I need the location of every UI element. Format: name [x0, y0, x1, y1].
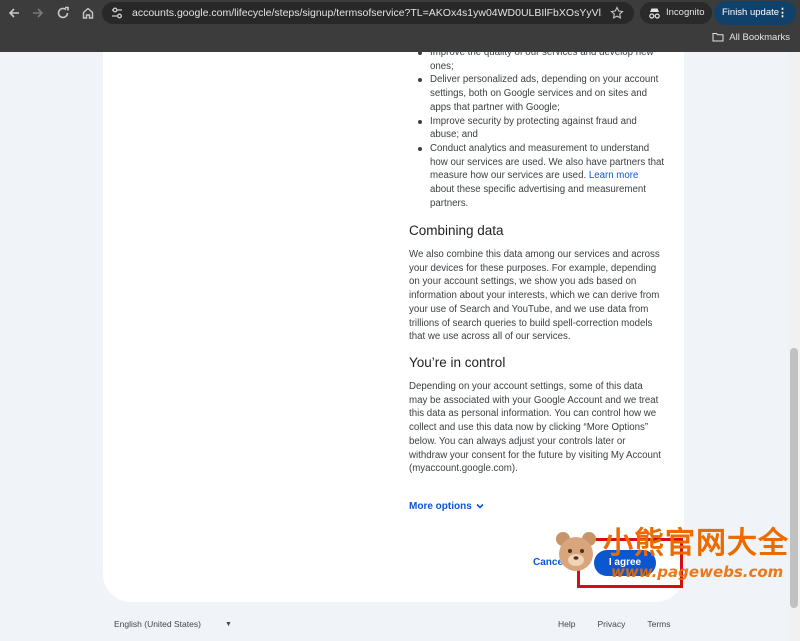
list-item: Conduct analytics and measurement to und… [409, 142, 665, 211]
language-selector[interactable]: English (United States) ▼ [114, 618, 232, 631]
finish-update-label: Finish update [722, 7, 780, 18]
terms-bullet-list: Improve the quality of our services and … [409, 46, 665, 210]
finish-update-button[interactable]: Finish update ⋮ [714, 1, 796, 25]
incognito-icon [649, 8, 660, 19]
combining-data-text: We also combine this data among our serv… [409, 249, 660, 343]
caret-down-icon: ▼ [224, 620, 232, 628]
home-icon[interactable] [78, 3, 98, 23]
site-info-icon[interactable] [110, 6, 124, 20]
watermark-cn-text: 小熊官网大全 [603, 526, 789, 561]
all-bookmarks-label: All Bookmarks [729, 32, 790, 43]
watermark-en-text: www.pagewebs.com [611, 563, 784, 581]
url-text[interactable]: accounts.google.com/lifecycle/steps/sign… [132, 2, 602, 24]
bear-logo-icon [556, 532, 596, 571]
incognito-label: Incognito [666, 7, 705, 18]
terms-bullets-block: Improve the quality of our services and … [409, 46, 665, 210]
list-item: Improve the quality of our services and … [409, 46, 665, 73]
more-options-label: More options [409, 501, 472, 512]
help-link[interactable]: Help [558, 619, 575, 629]
browser-chrome: accounts.google.com/lifecycle/steps/sign… [0, 0, 800, 52]
in-control-heading: You’re in control [409, 355, 506, 370]
list-item: Improve security by protecting against f… [409, 115, 665, 142]
back-icon[interactable] [4, 3, 24, 23]
terms-card: Improve the quality of our services and … [103, 47, 684, 602]
incognito-indicator[interactable]: Incognito [640, 2, 712, 24]
bookmark-star-icon[interactable] [610, 6, 624, 20]
learn-more-link[interactable]: Learn more [589, 170, 639, 181]
all-bookmarks[interactable]: All Bookmarks [712, 31, 790, 45]
chevron-down-icon [476, 504, 484, 509]
address-bar[interactable]: accounts.google.com/lifecycle/steps/sign… [102, 2, 634, 24]
reload-icon[interactable] [53, 3, 73, 23]
watermark: 小熊官网大全 www.pagewebs.com [553, 523, 793, 587]
more-options-button[interactable]: More options [409, 500, 485, 514]
list-item: Deliver personalized ads, depending on y… [409, 73, 665, 114]
language-label: English (United States) [114, 619, 201, 629]
bullet-text-after: about these specific advertising and mea… [430, 184, 646, 209]
browser-toolbar: accounts.google.com/lifecycle/steps/sign… [0, 0, 800, 26]
folder-icon [712, 33, 724, 42]
footer-links: Help Privacy Terms [558, 618, 693, 630]
more-menu-icon[interactable]: ⋮ [777, 1, 788, 25]
terms-link[interactable]: Terms [647, 619, 670, 629]
forward-icon[interactable] [28, 3, 48, 23]
combining-data-heading: Combining data [409, 223, 504, 238]
privacy-link[interactable]: Privacy [597, 619, 625, 629]
in-control-text: Depending on your account settings, some… [409, 381, 661, 475]
